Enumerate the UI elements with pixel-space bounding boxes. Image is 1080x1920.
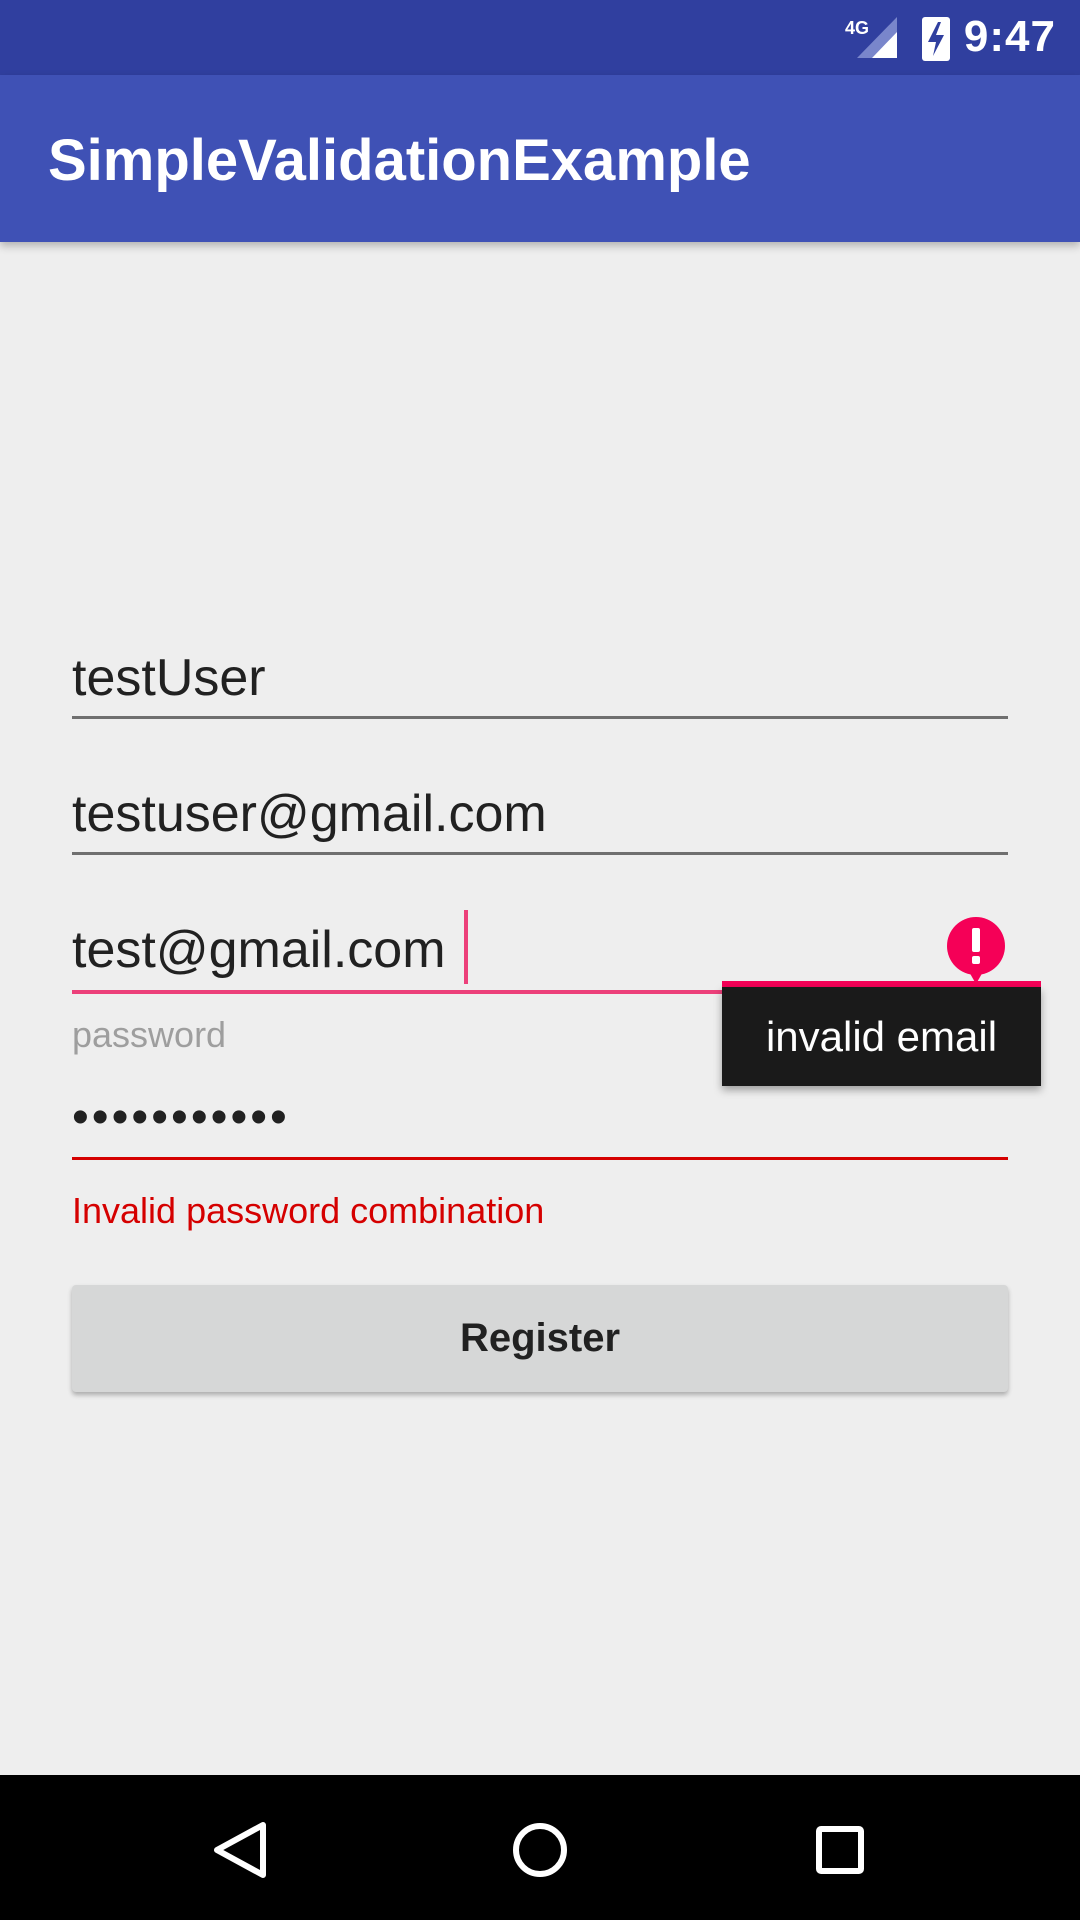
- email-field[interactable]: testuser@gmail.com: [72, 776, 1008, 856]
- username-field[interactable]: testUser: [72, 640, 1008, 720]
- error-popup: invalid email: [722, 987, 1041, 1086]
- password-label: password: [72, 1014, 227, 1055]
- email-underline: [72, 852, 1008, 855]
- status-time: 9:47: [963, 12, 1056, 61]
- register-button[interactable]: Register: [72, 1285, 1008, 1392]
- status-bar: 4G 9:47: [0, 0, 1080, 75]
- username-value: testUser: [72, 649, 266, 707]
- recents-icon[interactable]: [795, 1805, 885, 1895]
- username-underline: [72, 716, 1008, 719]
- password-underline: [72, 1157, 1008, 1160]
- app-title: SimpleValidationExample: [48, 128, 751, 193]
- back-icon[interactable]: [195, 1805, 285, 1895]
- home-icon[interactable]: [495, 1805, 585, 1895]
- error-popup-text: invalid email: [765, 1012, 998, 1060]
- register-button-label: Register: [459, 1316, 621, 1360]
- navigation-bar: [0, 1775, 1080, 1920]
- password-error-text: Invalid password combination: [72, 1190, 545, 1231]
- network-type-label: 4G: [845, 18, 869, 38]
- text-cursor: [464, 910, 468, 984]
- app-bar: SimpleValidationExample: [0, 75, 1080, 242]
- status-icons: 4G: [845, 17, 950, 61]
- error-icon[interactable]: [945, 916, 1007, 988]
- email-value: testuser@gmail.com: [72, 785, 547, 843]
- password-value: •••••••••••: [72, 1091, 290, 1144]
- confirm-email-value: test@gmail.com: [72, 921, 446, 979]
